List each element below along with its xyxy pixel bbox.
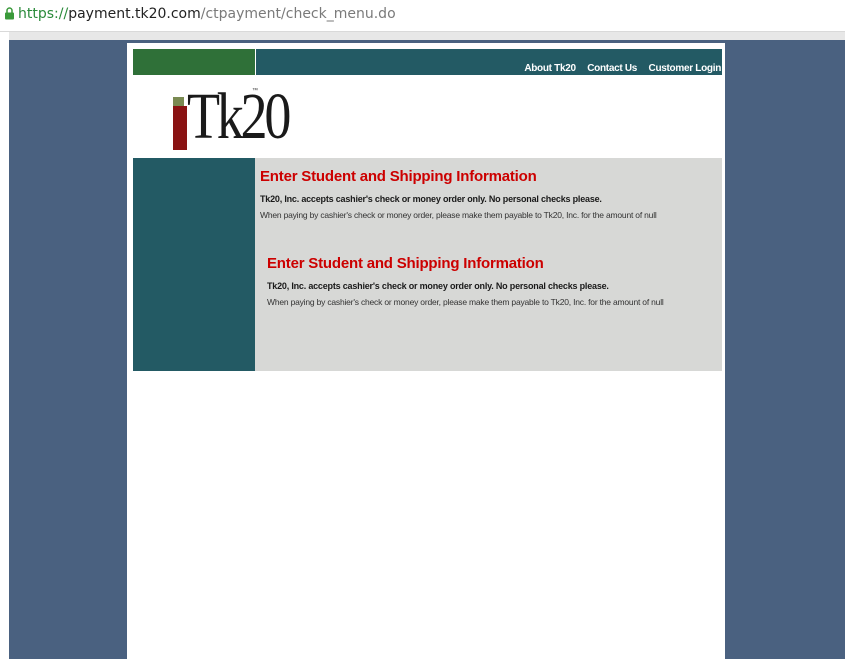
- section-heading: Enter Student and Shipping Information: [267, 255, 544, 272]
- top-nav: About Tk20 Contact Us Customer Login: [515, 63, 721, 74]
- nav-customer-login[interactable]: Customer Login: [649, 63, 722, 74]
- address-bar[interactable]: https://payment.tk20.com/ctpayment/check…: [0, 0, 845, 32]
- url-path: /ctpayment/check_menu.do: [200, 6, 396, 22]
- payable-instructions: When paying by cashier's check or money …: [267, 297, 664, 307]
- viewport-top-strip: [9, 32, 845, 40]
- section-heading: Enter Student and Shipping Information: [260, 168, 537, 185]
- payable-instructions: When paying by cashier's check or money …: [260, 210, 657, 220]
- logo-wordmark: Tk20: [187, 80, 291, 153]
- trademark-icon: ™: [252, 88, 258, 94]
- logo-mark-green: [173, 97, 184, 106]
- nav-contact[interactable]: Contact Us: [587, 63, 637, 74]
- header-band-green: [133, 49, 255, 75]
- info-section-1: Enter Student and Shipping Information T…: [260, 168, 680, 220]
- url-scheme: https://: [18, 6, 69, 22]
- logo-mark-red: [173, 106, 187, 150]
- url-text[interactable]: https://payment.tk20.com/ctpayment/check…: [18, 6, 396, 22]
- left-sidebar: [133, 158, 255, 371]
- nav-about[interactable]: About Tk20: [524, 63, 576, 74]
- url-host: payment.tk20.com: [68, 6, 201, 22]
- payment-notice: Tk20, Inc. accepts cashier's check or mo…: [260, 194, 602, 204]
- info-section-2: Enter Student and Shipping Information T…: [267, 255, 687, 307]
- payment-notice: Tk20, Inc. accepts cashier's check or mo…: [267, 281, 609, 291]
- lock-icon: [5, 7, 14, 20]
- tk20-logo[interactable]: Tk20 ™: [173, 84, 291, 152]
